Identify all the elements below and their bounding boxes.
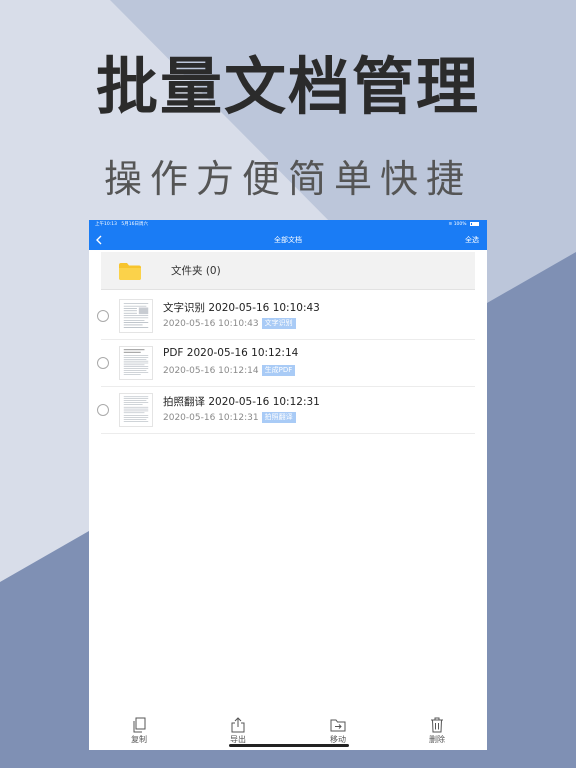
share-icon [231,717,245,733]
list-item[interactable]: PDF 2020-05-16 10:12:14 2020-05-16 10:12… [89,341,487,387]
document-title: 文字识别 2020-05-16 10:10:43 [163,302,320,314]
copy-icon [133,717,146,733]
navbar: 全部文档 全选 [89,230,487,250]
status-date: 5月16日周六 [121,222,148,227]
copy-button[interactable]: 复制 [119,714,159,750]
document-tag: 生成PDF [261,365,296,376]
document-title: PDF 2020-05-16 10:12:14 [163,347,299,359]
headline: 批量文档管理 [95,50,480,123]
folder-icon [119,263,141,280]
select-radio[interactable] [97,357,109,369]
row-divider [101,339,475,340]
select-all-button[interactable]: 全选 [465,230,479,250]
copy-label: 复制 [131,735,147,744]
status-right: ≋ 100% [448,220,479,230]
document-thumbnail [119,299,153,333]
move-icon [330,719,346,732]
list-item[interactable]: 拍照翻译 2020-05-16 10:12:31 2020-05-16 10:1… [89,388,487,434]
trash-icon [431,717,443,733]
list-item[interactable]: 文字识别 2020-05-16 10:10:43 2020-05-16 10:1… [89,294,487,340]
folder-row[interactable]: 文件夹 (0) [101,252,475,290]
document-thumbnail [119,346,153,380]
document-tag: 拍照翻译 [261,412,296,423]
app-screen: 上午10:13 5月16日周六 ≋ 100% 全部文档 全选 文件夹 (0) 文… [89,220,487,750]
document-date-line: 2020-05-16 10:12:31 拍照翻译 [163,412,296,423]
status-left: 上午10:13 5月16日周六 [95,220,148,230]
document-date: 2020-05-16 10:12:31 [163,413,259,423]
document-tag: 文字识别 [261,318,296,329]
document-date: 2020-05-16 10:12:14 [163,366,259,376]
document-date: 2020-05-16 10:10:43 [163,319,259,329]
document-thumbnail [119,393,153,427]
select-radio[interactable] [97,404,109,416]
select-radio[interactable] [97,310,109,322]
delete-label: 删除 [429,735,445,744]
row-divider [101,386,475,387]
battery-icon [470,221,479,226]
wifi-icon: ≋ [448,222,453,227]
document-title: 拍照翻译 2020-05-16 10:12:31 [163,396,320,408]
status-bar: 上午10:13 5月16日周六 ≋ 100% [89,220,487,230]
row-divider [101,433,475,434]
bottom-toolbar: 复制 导出 移动 删除 [89,714,487,750]
document-date-line: 2020-05-16 10:12:14 生成PDF [163,365,296,376]
nav-title: 全部文档 [274,236,302,244]
document-date-line: 2020-05-16 10:10:43 文字识别 [163,318,296,329]
home-indicator [229,744,349,747]
battery-level: 100% [453,222,467,227]
delete-button[interactable]: 删除 [417,714,457,750]
subline: 操作方便简单快捷 [103,157,472,201]
folder-label: 文件夹 (0) [171,265,221,277]
status-time: 上午10:13 [95,222,117,227]
